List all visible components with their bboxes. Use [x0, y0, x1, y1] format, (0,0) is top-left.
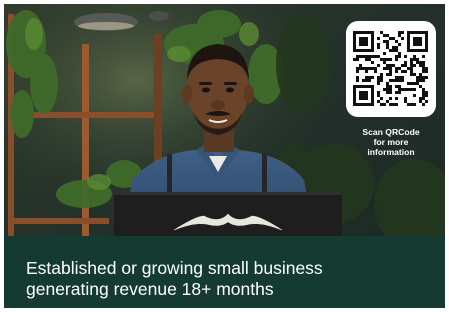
ad-banner: Established or growing small business ge… [4, 4, 445, 308]
qr-code-icon [353, 31, 428, 106]
caption-line-2: generating revenue 18+ months [26, 279, 274, 299]
qr-caption-line-3: information [367, 147, 415, 157]
qr-caption-line-2: for more [373, 137, 409, 147]
qr-code[interactable] [346, 21, 436, 117]
eligibility-caption: Established or growing small business ge… [26, 258, 426, 300]
qr-caption-line-1: Scan QRCode [362, 127, 420, 137]
caption-line-1: Established or growing small business [26, 258, 323, 278]
qr-caption: Scan QRCode for more information [338, 127, 444, 157]
